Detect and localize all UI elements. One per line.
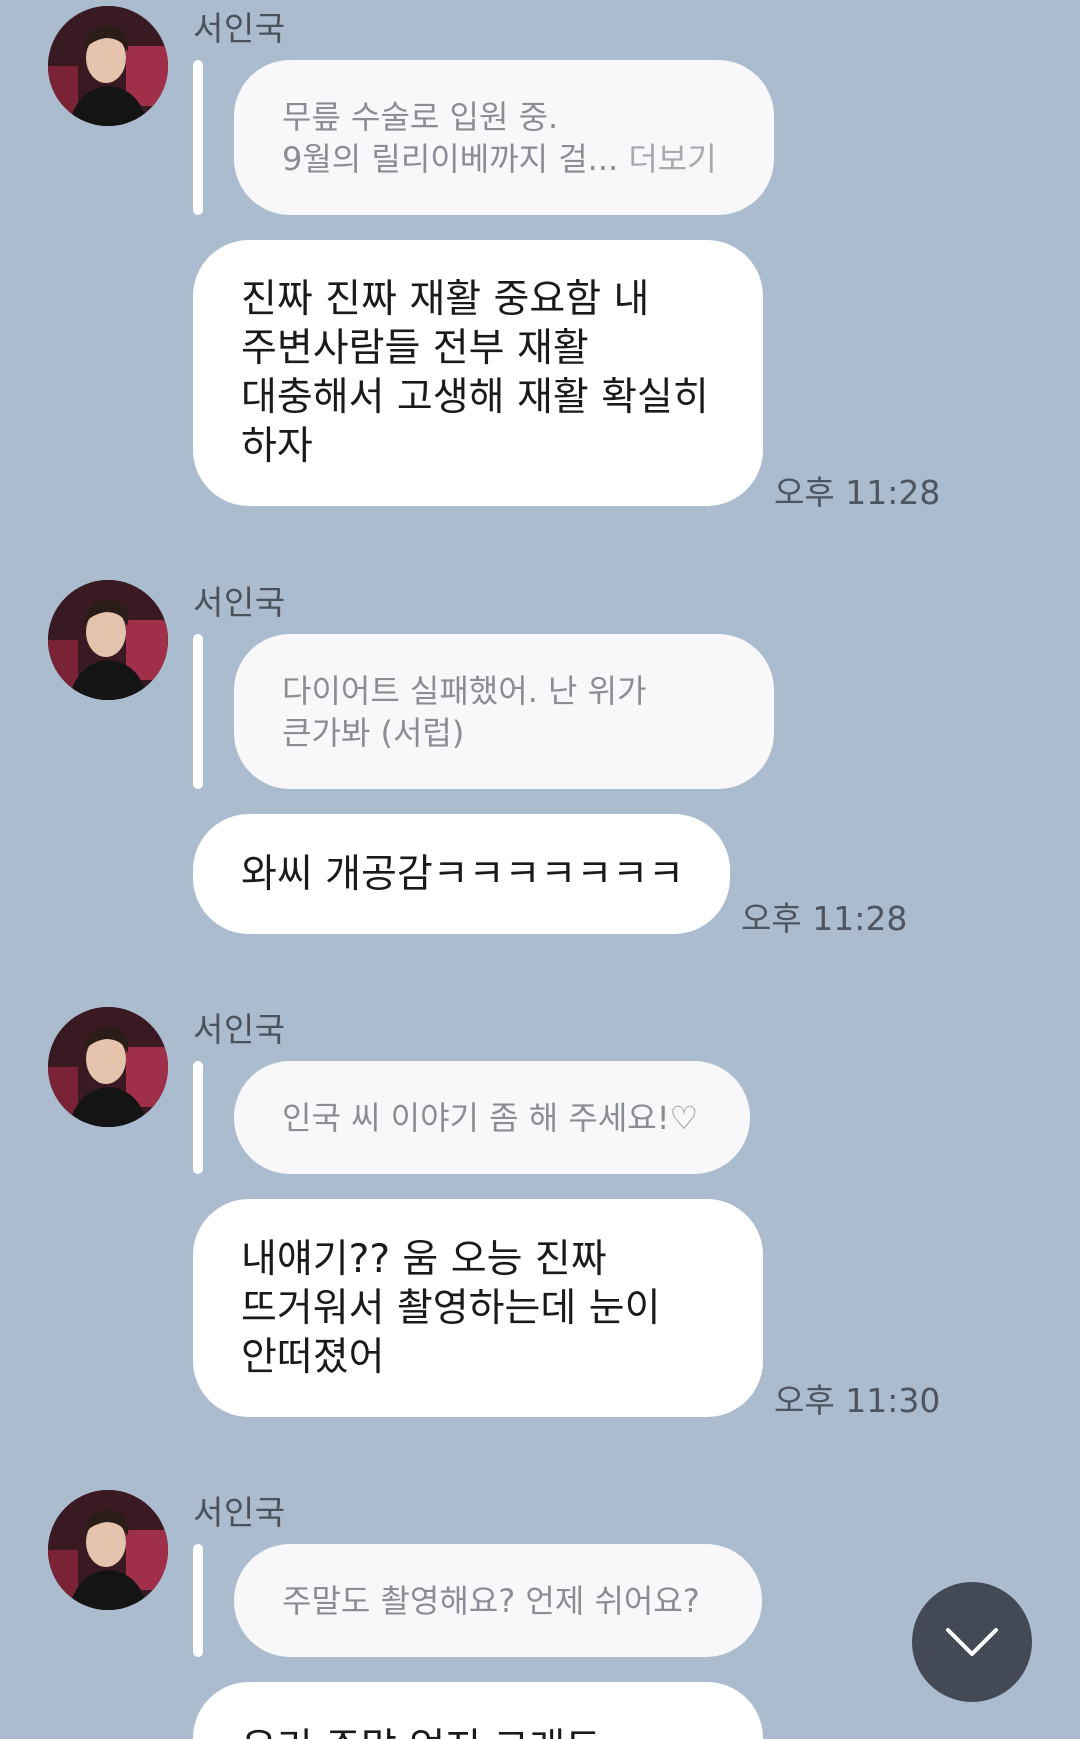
- quote-line: 주말도 촬영해요? 언제 쉬어요?: [282, 1581, 700, 1620]
- sender-name: 서인국: [193, 1010, 286, 1049]
- reply-line: 뜨거워서 촬영하는데 눈이: [241, 1285, 661, 1331]
- quote-bar: [193, 1544, 203, 1657]
- avatar-image: [48, 6, 168, 126]
- more-link[interactable]: 더보기: [628, 140, 716, 178]
- reply-line: 우리 주말 없지 그래도: [241, 1724, 715, 1739]
- quote-bar: [193, 1061, 203, 1174]
- sender-name: 서인국: [193, 9, 286, 48]
- quoted-message[interactable]: 다이어트 실패했어. 난 위가 큰가봐 (서럽): [234, 634, 774, 789]
- message-time: 오후 11:28: [741, 899, 908, 938]
- sender-name: 서인국: [193, 583, 286, 622]
- reply-line: 안떠졌어: [241, 1334, 385, 1380]
- reply-line: 하자: [241, 424, 313, 469]
- quoted-message[interactable]: 무릎 수술로 입원 중. 9월의 릴리이베까지 걸... 더보기: [234, 60, 774, 215]
- avatar[interactable]: [48, 6, 168, 126]
- chat-room: 서인국 무릎 수술로 입원 중. 9월의 릴리이베까지 걸... 더보기 진짜 …: [0, 0, 1080, 1739]
- quote-line: 다이어트 실패했어. 난 위가: [282, 671, 647, 710]
- avatar[interactable]: [48, 1007, 168, 1127]
- quote-bar: [193, 60, 203, 215]
- quote-line: 큰가봐 (서럽): [282, 713, 465, 752]
- reply-message: 와씨 개공감ㅋㅋㅋㅋㅋㅋㅋ: [193, 814, 730, 934]
- avatar[interactable]: [48, 1490, 168, 1610]
- avatar[interactable]: [48, 580, 168, 700]
- sender-name: 서인국: [193, 1493, 286, 1532]
- chevron-down-icon: [946, 1628, 998, 1656]
- reply-line: 내얘기?? 움 오능 진짜: [241, 1236, 607, 1282]
- reply-message: 우리 주말 없지 그래도: [193, 1682, 763, 1739]
- reply-line: 주변사람들 전부 재활: [241, 326, 589, 371]
- quoted-message[interactable]: 주말도 촬영해요? 언제 쉬어요?: [234, 1544, 762, 1657]
- avatar-image: [48, 1007, 168, 1127]
- reply-message: 내얘기?? 움 오능 진짜 뜨거워서 촬영하는데 눈이 안떠졌어: [193, 1199, 763, 1417]
- scroll-to-bottom-button[interactable]: [912, 1582, 1032, 1702]
- quote-line: 9월의 릴리이베까지 걸...: [282, 139, 619, 178]
- message-time: 오후 11:30: [774, 1381, 941, 1420]
- reply-line: 와씨 개공감ㅋㅋㅋㅋㅋㅋㅋ: [241, 851, 684, 897]
- avatar-image: [48, 580, 168, 700]
- quote-line: 인국 씨 이야기 좀 해 주세요!♡: [282, 1098, 699, 1137]
- reply-message: 진짜 진짜 재활 중요함 내 주변사람들 전부 재활 대충해서 고생해 재활 확…: [193, 240, 763, 506]
- message-time: 오후 11:28: [774, 473, 941, 512]
- quoted-message[interactable]: 인국 씨 이야기 좀 해 주세요!♡: [234, 1061, 750, 1174]
- quote-line: 무릎 수술로 입원 중.: [282, 97, 559, 136]
- avatar-image: [48, 1490, 168, 1610]
- quote-bar: [193, 634, 203, 789]
- reply-line: 대충해서 고생해 재활 확실히: [241, 375, 709, 420]
- reply-line: 진짜 진짜 재활 중요함 내: [241, 277, 650, 322]
